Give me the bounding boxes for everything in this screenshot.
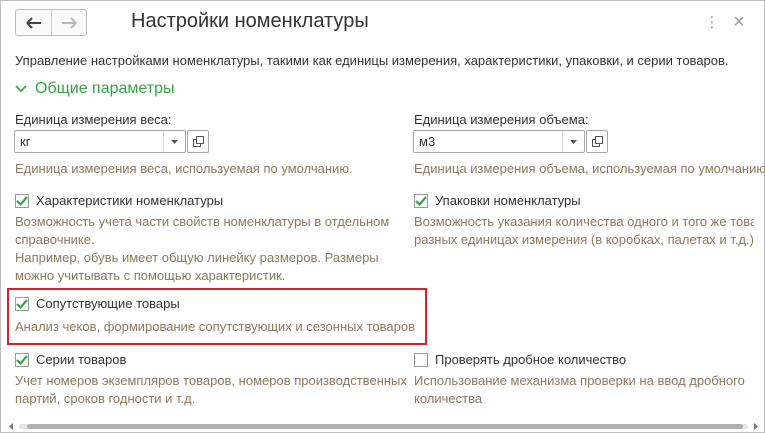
weight-unit-open-button[interactable]: [187, 130, 209, 153]
volume-unit-label: Единица измерения объема:: [414, 112, 589, 127]
open-form-icon: [591, 136, 603, 147]
series-label: Серии товаров: [36, 352, 127, 367]
back-button[interactable]: [16, 10, 51, 35]
fractional-checkbox-row[interactable]: Проверять дробное количество: [414, 352, 626, 367]
scroll-thumb[interactable]: [27, 424, 743, 429]
vertical-dots-icon: ⋮: [704, 14, 720, 31]
packages-checkbox[interactable]: [414, 193, 428, 208]
arrow-right-icon: [62, 16, 77, 29]
related-goods-checkbox-row[interactable]: Сопутствующие товары: [15, 296, 180, 311]
packages-checkbox-row[interactable]: Упаковки номенклатуры: [414, 193, 581, 208]
arrow-left-icon: [25, 16, 41, 29]
weight-unit-dropdown-button[interactable]: [163, 131, 185, 152]
chevron-down-icon: [15, 85, 27, 93]
series-checkbox-row[interactable]: Серии товаров: [15, 352, 126, 367]
settings-window: Настройки номенклатуры ⋮ × Управление на…: [0, 0, 765, 433]
series-checkbox[interactable]: [15, 352, 29, 367]
packages-hint: Возможность указания количества одного и…: [414, 213, 754, 249]
scroll-left-button[interactable]: [7, 422, 15, 431]
checkmark-icon: [415, 195, 427, 206]
weight-unit-value: кг: [20, 134, 31, 149]
series-hint: Учет номеров экземпляров товаров, номеро…: [15, 372, 407, 408]
characteristics-checkbox-row[interactable]: Характеристики номенклатуры: [15, 193, 223, 208]
triangle-down-icon: [171, 139, 178, 144]
hint-line: Использование механизма проверки на ввод…: [414, 373, 745, 388]
hint-line: Возможность учета части свойств номенкла…: [15, 214, 390, 229]
close-icon: ×: [733, 10, 745, 33]
group-title: Общие параметры: [35, 80, 175, 97]
checkmark-icon: [16, 354, 28, 365]
hint-line: партий, сроков годности и т.д.: [15, 391, 196, 406]
triangle-left-icon: [9, 423, 13, 430]
characteristics-checkbox[interactable]: [15, 193, 29, 208]
fractional-hint: Использование механизма проверки на ввод…: [414, 372, 745, 408]
volume-unit-dropdown-button[interactable]: [562, 131, 584, 152]
characteristics-hint: Возможность учета части свойств номенкла…: [15, 213, 389, 285]
hint-line: количества: [414, 391, 483, 406]
volume-unit-value: м3: [419, 134, 436, 149]
hint-line: разных единицах измерения (в коробках, п…: [414, 232, 754, 247]
packages-label: Упаковки номенклатуры: [435, 193, 581, 208]
scroll-right-button[interactable]: [752, 422, 760, 431]
characteristics-label: Характеристики номенклатуры: [36, 193, 224, 208]
related-goods-hint: Анализ чеков, формирование сопутствующих…: [15, 319, 415, 334]
weight-unit-hint: Единица измерения веса, используемая по …: [15, 161, 353, 176]
weight-unit-field[interactable]: кг: [14, 130, 186, 153]
hint-line: можно учитывать с помощью характеристик.: [15, 268, 286, 283]
hint-line: Возможность указания количества одного и…: [414, 214, 754, 229]
fractional-label: Проверять дробное количество: [435, 352, 627, 367]
more-menu-button[interactable]: ⋮: [704, 13, 720, 31]
forward-button[interactable]: [51, 10, 86, 35]
form-description: Управление настройками номенклатуры, так…: [15, 53, 729, 68]
hint-line: Учет номеров экземпляров товаров, номеро…: [15, 373, 407, 388]
triangle-down-icon: [570, 139, 577, 144]
volume-unit-hint: Единица измерения объема, используемая п…: [414, 161, 765, 176]
hint-line: Например, обувь имеет общую линейку разм…: [15, 250, 379, 265]
open-form-icon: [192, 136, 204, 147]
volume-unit-open-button[interactable]: [586, 130, 608, 153]
navigation-buttons: [15, 9, 87, 36]
horizontal-scrollbar[interactable]: [5, 421, 762, 431]
related-goods-label: Сопутствующие товары: [36, 296, 180, 311]
group-general-parameters[interactable]: Общие параметры: [15, 80, 175, 98]
page-title: Настройки номенклатуры: [131, 10, 369, 32]
weight-unit-label: Единица измерения веса:: [15, 112, 172, 127]
checkmark-icon: [16, 298, 28, 309]
volume-unit-field[interactable]: м3: [413, 130, 585, 153]
close-button[interactable]: ×: [732, 10, 746, 33]
checkmark-icon: [16, 195, 28, 206]
fractional-checkbox[interactable]: [414, 352, 428, 367]
hint-line: справочнике.: [15, 232, 95, 247]
triangle-right-icon: [754, 423, 758, 430]
related-goods-checkbox[interactable]: [15, 296, 29, 311]
